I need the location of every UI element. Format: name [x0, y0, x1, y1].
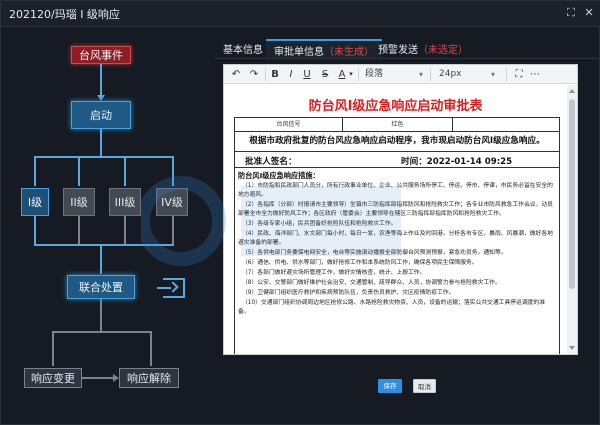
- document-content[interactable]: 防台风Ⅰ级应急响应启动审批表 台风信号 红色 根据市政府批复的防台风应急响应启动…: [224, 85, 567, 354]
- flow-connector: [172, 156, 174, 186]
- flow-node-level-4[interactable]: IV级: [156, 188, 188, 216]
- flow-node-start[interactable]: 启动: [71, 101, 131, 129]
- flow-connector: [78, 156, 80, 186]
- toolbar-divider: [506, 68, 507, 81]
- approval-table: 台风信号 红色 根据市政府批复的防台风应急响应启动程序，我市现启动防台风Ⅰ级应急…: [234, 117, 560, 354]
- flow-node-joint-response[interactable]: 联合处置: [67, 275, 135, 299]
- flow-connector: [34, 216, 36, 244]
- flow-connector: [34, 156, 36, 186]
- response-flow: 台风事件 启动 I级 II级 III级 IV级 联合处置 响应变更 响应解除: [1, 28, 213, 425]
- measure-item: （7）各部门做好避灾场所管理工作，做好灾情核查，统计、上报工作。: [242, 270, 426, 276]
- flow-connector: [82, 377, 114, 379]
- measure-item: （5）各供电部门务要保电网安全，电台等实施滚动播报全部防御台风预测预报，紧急劝员…: [242, 250, 507, 256]
- table-row: 台风信号 红色: [235, 118, 559, 132]
- measures-section: 防台风Ⅰ级应急响应措施： （1）市防指和民政部门人员分，所有行政事业单位、企业、…: [235, 168, 559, 354]
- document-title: 防台风Ⅰ级应急响应启动审批表: [308, 99, 483, 114]
- flow-connector: [100, 244, 102, 274]
- tab-approval-info[interactable]: 审批单信息（未生成）: [266, 39, 382, 59]
- measure-item: （8）公安、交警部门做好维护社会治安、交通管制、疏导群众、人员，协调警力参与抢险…: [242, 280, 501, 286]
- flow-connector: [34, 244, 174, 246]
- flow-connector: [124, 156, 126, 186]
- flow-node-response-change[interactable]: 响应变更: [24, 368, 82, 388]
- close-icon[interactable]: ✕: [582, 6, 596, 20]
- flow-connector: [52, 331, 54, 366]
- bold-button[interactable]: B: [269, 68, 281, 81]
- flow-node-level-1[interactable]: I级: [21, 188, 49, 216]
- strikethrough-button[interactable]: S: [319, 68, 331, 81]
- italic-button[interactable]: I: [285, 68, 297, 81]
- scroll-down-icon[interactable]: [569, 346, 575, 350]
- signal-value: 红色: [343, 118, 453, 131]
- measures-heading: 防台风Ⅰ级应急响应措施：: [238, 171, 320, 180]
- flow-node-response-release[interactable]: 响应解除: [119, 368, 179, 388]
- tab-status: （未生成）: [324, 47, 374, 58]
- exit-icon[interactable]: [157, 278, 185, 298]
- flow-connector: [150, 331, 152, 366]
- tab-divider: [215, 58, 600, 59]
- signal-label: 台风信号: [235, 118, 343, 131]
- flow-connector: [52, 331, 152, 333]
- cancel-button[interactable]: 取消: [413, 379, 436, 393]
- underline-button[interactable]: U: [301, 68, 313, 81]
- app-window: 202120/玛瑙 I 级响应 ⛶ ✕ 台风事件 启动 I级 II级 III级 …: [0, 0, 600, 425]
- tab-label: 预警发送: [378, 45, 418, 56]
- measure-item: （2）各指挥（分部）时报请市主要领导）坐镇市三防指挥部指挥防风和抢险救灾工作；各…: [238, 202, 553, 217]
- measure-item: （4）民政、海洋部门、水文部门每小时，每日一发，农渔等海上作业及时回港，分析各市…: [238, 231, 553, 246]
- tab-status: （未选定）: [418, 45, 468, 56]
- toolbar-divider: [358, 68, 359, 81]
- chevron-down-icon[interactable]: ▾: [347, 68, 355, 81]
- flow-connector: [34, 156, 174, 158]
- chevron-down-icon: ▾: [490, 70, 495, 79]
- flow-connector: [124, 216, 126, 244]
- flow-node-level-3[interactable]: III级: [109, 188, 141, 216]
- measure-item: （6）通信、供电、供水等部门，做好抢修工作和本系统防风工作，确保各项民生保障服务…: [242, 260, 478, 266]
- tab-label: 基本信息: [223, 45, 263, 56]
- chevron-down-icon: ▾: [418, 70, 423, 79]
- flow-connector: [78, 216, 80, 244]
- more-icon[interactable]: ⋯: [529, 68, 541, 81]
- fullscreen-icon[interactable]: ⛶: [513, 68, 525, 81]
- rich-text-editor[interactable]: ↶ ↷ B I U S A ▾ 段落 ▾ 24px ▾ ⛶ ⋯ 防台风Ⅰ级应急响应启…: [223, 64, 578, 355]
- measure-item: （10）交通部门组织协调周边地区抢修公路、水路抢险救灾物资、人员，设备的运输；落…: [238, 300, 546, 315]
- title-bar: 202120/玛瑙 I 级响应 ⛶ ✕: [1, 1, 600, 27]
- paragraph-select-value: 段落: [365, 69, 384, 79]
- scroll-thumb[interactable]: [569, 99, 575, 289]
- flow-connector: [100, 64, 102, 99]
- approver-signature-label: 批准人签名：: [245, 157, 297, 167]
- window-title: 202120/玛瑙 I 级响应: [9, 8, 120, 21]
- save-button[interactable]: 保存: [378, 379, 402, 393]
- undo-icon[interactable]: ↶: [230, 68, 242, 81]
- flow-node-level-2[interactable]: II级: [63, 188, 95, 216]
- flow-node-typhoon-event[interactable]: 台风事件: [71, 46, 131, 64]
- font-size-value: 24px: [439, 69, 462, 79]
- measure-item: （1）市防指和民政部门人员分，所有行政事业单位、企业、公共服务场所停工、停运、停…: [238, 183, 553, 198]
- redo-icon[interactable]: ↷: [248, 68, 260, 81]
- tab-bar: 基本信息 审批单信息（未生成） 预警发送（未选定）: [215, 39, 600, 59]
- flow-connector: [100, 129, 102, 156]
- table-row: 批准人签名： 时间：2022-01-14 09:25: [235, 152, 559, 168]
- editor-scrollbar[interactable]: [567, 85, 577, 354]
- toolbar-divider: [265, 68, 266, 81]
- table-cell-empty: [453, 118, 561, 131]
- maximize-icon[interactable]: ⛶: [564, 6, 578, 20]
- flow-connector: [100, 299, 102, 331]
- flow-connector: [172, 216, 174, 244]
- request-text: 根据市政府批复的防台风应急响应启动程序，我市现启动防台风Ⅰ级应急响应。: [235, 132, 559, 152]
- paragraph-select[interactable]: 段落 ▾: [362, 67, 426, 82]
- measure-item: （9）卫健部门组织医疗救护和疾病预防队伍，负责伤员救护、灾区疫情防疫工作。: [242, 290, 455, 296]
- measure-item: （3）各级专家小组，民兵团备好抢险队伍和抢险救灾工作。: [242, 221, 397, 227]
- toolbar-divider: [430, 68, 431, 81]
- editor-toolbar: ↶ ↷ B I U S A ▾ 段落 ▾ 24px ▾ ⛶ ⋯: [224, 65, 577, 84]
- font-size-select[interactable]: 24px ▾: [436, 67, 498, 82]
- approval-time: 时间：2022-01-14 09:25: [401, 157, 513, 167]
- scroll-up-icon[interactable]: [569, 89, 575, 93]
- tab-label: 审批单信息: [274, 47, 324, 58]
